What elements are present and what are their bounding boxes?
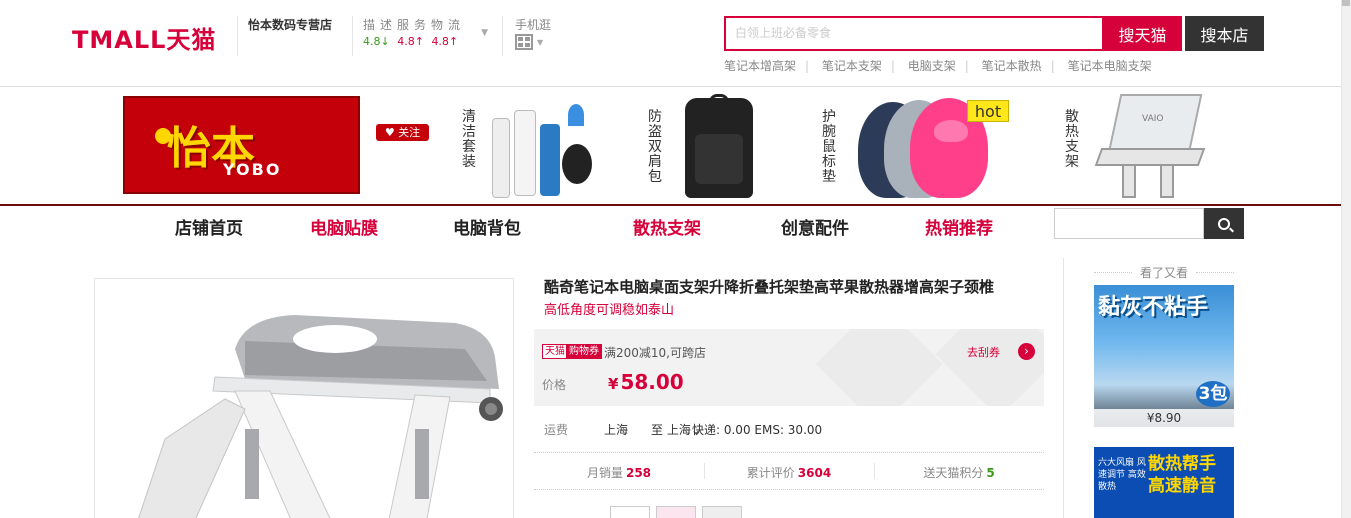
mobile-label: 手机逛 xyxy=(515,18,552,32)
category-label: 清洁套装 xyxy=(462,109,476,170)
site-header: TMALL天猫 怡本数码专营店 描述服务物流 4.8↓ 4.8↑ 4.8↑ ▼ … xyxy=(0,0,1351,87)
laptop-stand-image: VAIO xyxy=(1086,92,1206,200)
color-swatch[interactable] xyxy=(610,506,650,518)
recommended-badge: 3包 xyxy=(1196,381,1230,407)
tmall-points-value: 5 xyxy=(986,466,995,480)
search-tmall-button[interactable]: 搜天猫 xyxy=(1103,16,1182,51)
follow-button[interactable]: ♥ 关注 xyxy=(376,124,429,141)
category-laptop-stand[interactable]: 散热支架 VAIO xyxy=(1062,88,1212,204)
recommended-headline: 黏灰不粘手 xyxy=(1098,295,1209,320)
rating-description: 4.8↓ xyxy=(363,35,390,48)
hot-word-link[interactable]: 笔记本电脑支架 xyxy=(1068,57,1152,74)
shop-name[interactable]: 怡本数码专营店 xyxy=(237,16,332,56)
mobile-shop[interactable]: 手机逛 ▼ xyxy=(502,16,551,56)
also-viewed-title: 看了又看 xyxy=(1094,264,1234,281)
product-info: 酷奇笔记本电脑桌面支架升降折叠托架垫高苹果散热器增高架子颈椎 高低角度可调稳如泰… xyxy=(534,270,1044,518)
backpack-image xyxy=(681,94,757,200)
chevron-down-icon: ▼ xyxy=(537,37,544,47)
shop-ratings[interactable]: 描述服务物流 4.8↓ 4.8↑ 4.8↑ ▼ xyxy=(352,16,500,56)
price-value: 58.00 xyxy=(620,370,684,394)
rating-logistics: 4.8↑ xyxy=(431,35,459,48)
shipping-fee: 快递: 0.00 EMS: 30.00 xyxy=(692,423,823,437)
ship-to-city: 至 上海 xyxy=(651,423,691,437)
hot-word-link[interactable]: 笔记本支架 xyxy=(822,57,882,74)
search-icon xyxy=(1218,217,1230,230)
shop-nav: 店铺首页 电脑贴膜 电脑背包 散热支架 创意配件 热销推荐 xyxy=(0,204,1341,244)
hot-search-words: 笔记本增高架 | 笔记本支架 | 电脑支架 | 笔记本散热 | 笔记本电脑支架 xyxy=(724,57,1152,74)
hot-word-link[interactable]: 笔记本增高架 xyxy=(724,57,796,74)
nav-item-screen-film[interactable]: 电脑贴膜 xyxy=(310,214,378,239)
recommended-item[interactable]: 黏灰不粘手 3包 ¥8.90 xyxy=(1094,285,1234,427)
laptop-stand-photo xyxy=(138,315,503,518)
monthly-sales: 月销量 258 xyxy=(586,466,652,480)
total-reviews[interactable]: 累计评价 3604 xyxy=(704,464,874,481)
product-stats: 月销量 258 累计评价 3604 送天猫积分 5 xyxy=(534,452,1044,490)
price-label: 价格 xyxy=(542,378,567,392)
category-label: 防盗双肩包 xyxy=(648,109,662,185)
search-shop-button[interactable]: 搜本店 xyxy=(1185,16,1264,51)
product-price: ¥58.00 xyxy=(608,370,684,394)
nav-item-backpack[interactable]: 电脑背包 xyxy=(453,214,521,239)
product-subtitle: 高低角度可调稳如泰山 xyxy=(544,303,675,318)
shop-search-button[interactable] xyxy=(1204,208,1244,239)
tmall-tag: 天猫 xyxy=(542,344,568,359)
sidebar-divider xyxy=(1063,258,1064,518)
recommended-small-text: 六大风扇 风速调节 高效散热 xyxy=(1098,458,1146,492)
hot-badge: hot xyxy=(967,100,1009,122)
color-swatch[interactable] xyxy=(702,506,742,518)
recommended-item[interactable]: 六大风扇 风速调节 高效散热 散热帮手 高速静音 xyxy=(1094,447,1234,518)
currency-symbol: ¥ xyxy=(608,375,619,393)
brand-logo[interactable]: 怡本 YOBO xyxy=(123,96,360,194)
shop-search-input[interactable] xyxy=(1054,208,1204,239)
scrollbar-thumb[interactable] xyxy=(1342,0,1350,6)
monthly-sales-value: 258 xyxy=(625,466,652,480)
ratings-values: 4.8↓ 4.8↑ 4.8↑ xyxy=(363,34,500,50)
coupon-text: 满200减10,可跨店 xyxy=(604,346,706,360)
category-label: 散热支架 xyxy=(1065,109,1079,170)
nav-item-hot-sale[interactable]: 热销推荐 xyxy=(925,214,993,239)
laptop-brand: VAIO xyxy=(1142,114,1164,124)
hot-word-link[interactable]: 电脑支架 xyxy=(908,57,956,74)
product-main-image[interactable] xyxy=(94,278,514,518)
category-cleaning-kit[interactable]: 清洁套装 xyxy=(460,88,600,204)
rating-service: 4.8↑ xyxy=(397,35,424,48)
nav-item-accessories[interactable]: 创意配件 xyxy=(781,214,849,239)
coupon-tag: 购物券 xyxy=(566,344,602,359)
nav-item-home[interactable]: 店铺首页 xyxy=(175,214,243,239)
qr-code-icon xyxy=(515,34,533,50)
tmall-logo[interactable]: TMALL天猫 xyxy=(72,20,216,55)
search-input[interactable]: 白领上班必备零食 xyxy=(724,16,1104,51)
shop-banner: 怡本 YOBO ♥ 关注 清洁套装 防盗双肩包 护腕鼠标垫 hot 散热支架 V… xyxy=(0,88,1341,204)
hot-word-link[interactable]: 笔记本散热 xyxy=(982,57,1042,74)
get-coupon-link[interactable]: 去刮券 xyxy=(967,344,1000,360)
brand-name-en: YOBO xyxy=(223,160,282,179)
price-box: 天猫 购物券 满200减10,可跨店 去刮券 › 价格 ¥58.00 xyxy=(534,329,1044,406)
tmall-points: 送天猫积分 5 xyxy=(923,466,995,480)
recommended-price: ¥8.90 xyxy=(1094,409,1234,427)
recommended-headline: 散热帮手 高速静音 xyxy=(1148,454,1216,496)
total-reviews-value: 3604 xyxy=(797,466,832,480)
chevron-down-icon: ▼ xyxy=(481,28,488,38)
cleaning-kit-image xyxy=(488,100,598,198)
product-title: 酷奇笔记本电脑桌面支架升降折叠托架垫高苹果散热器增高架子颈椎 xyxy=(544,278,995,296)
ship-from: 上海 xyxy=(604,423,629,437)
category-backpack[interactable]: 防盗双肩包 xyxy=(645,88,765,204)
color-swatch[interactable] xyxy=(656,506,696,518)
page: TMALL天猫 怡本数码专营店 描述服务物流 4.8↓ 4.8↑ 4.8↑ ▼ … xyxy=(0,0,1351,518)
page-scrollbar[interactable] xyxy=(1341,0,1351,518)
ratings-label: 描述服务物流 xyxy=(363,18,466,32)
search-bar: 白领上班必备零食 搜天猫 搜本店 xyxy=(724,16,1264,51)
category-label: 护腕鼠标垫 xyxy=(822,109,836,185)
chevron-right-icon[interactable]: › xyxy=(1018,343,1035,360)
nav-item-cooling-stand[interactable]: 散热支架 xyxy=(633,214,701,239)
shipping-label: 运费 xyxy=(544,423,569,437)
